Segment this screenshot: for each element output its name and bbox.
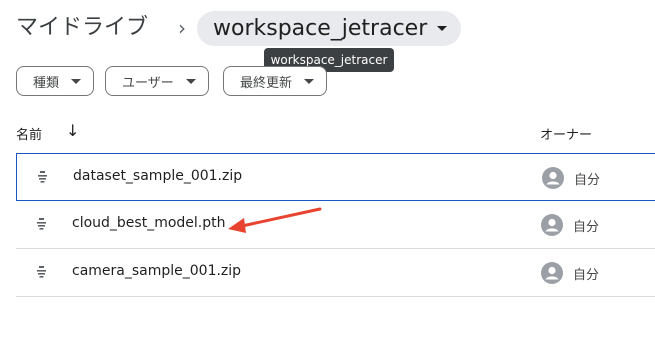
chevron-down-icon: [185, 78, 196, 84]
file-name: cloud_best_model.pth: [72, 215, 226, 231]
file-owner: 自分: [573, 220, 600, 235]
chevron-down-icon: [304, 78, 315, 84]
file-icon: [38, 171, 47, 183]
breadcrumb-separator-icon: ›: [178, 16, 186, 40]
file-name: camera_sample_001.zip: [72, 263, 242, 279]
file-row[interactable]: dataset_sample_001.zip 自分: [16, 153, 655, 201]
filter-people-label: ユーザー: [122, 75, 174, 91]
filter-modified-chip[interactable]: 最終更新: [223, 66, 328, 96]
filter-type-chip[interactable]: 種類: [16, 66, 95, 96]
user-avatar-icon: [542, 167, 564, 189]
file-row[interactable]: camera_sample_001.zip 自分: [16, 249, 655, 297]
file-icon: [37, 218, 46, 230]
filter-people-chip[interactable]: ユーザー: [105, 66, 209, 96]
red-arrow-annotation-icon: [228, 207, 322, 233]
file-row[interactable]: cloud_best_model.pth 自分: [16, 201, 655, 249]
chevron-down-icon: [437, 26, 447, 31]
user-avatar-icon: [541, 262, 563, 284]
breadcrumb-my-drive[interactable]: マイドライブ: [16, 12, 148, 44]
file-owner: 自分: [573, 268, 600, 283]
chevron-down-icon: [71, 78, 82, 84]
file-name: dataset_sample_001.zip: [73, 168, 243, 184]
filter-type-label: 種類: [33, 75, 60, 91]
filter-modified-label: 最終更新: [240, 75, 293, 91]
column-header-name[interactable]: 名前: [16, 124, 42, 143]
file-owner: 自分: [574, 173, 601, 188]
breadcrumb-current-folder-button[interactable]: workspace_jetracer: [197, 11, 461, 46]
breadcrumb-current-label: workspace_jetracer: [213, 16, 428, 41]
user-avatar-icon: [541, 214, 563, 236]
arrow-down-icon[interactable]: ↓: [66, 121, 79, 140]
file-icon: [37, 266, 46, 278]
column-header-owner[interactable]: オーナー: [540, 124, 592, 143]
